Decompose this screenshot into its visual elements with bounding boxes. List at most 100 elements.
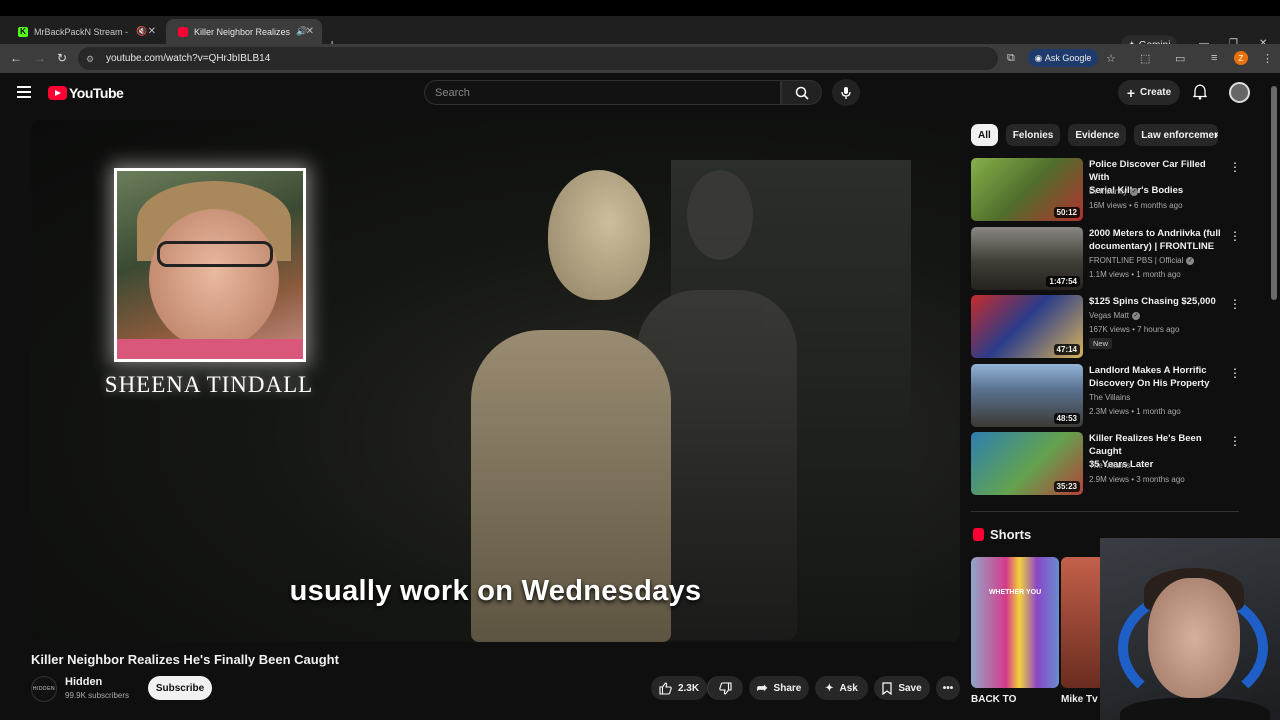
chrome-menu-icon[interactable]: ⋮ (1262, 52, 1273, 65)
more-vertical-icon[interactable]: ⋮ (1229, 229, 1241, 243)
section-divider (971, 511, 1239, 512)
more-vertical-icon[interactable]: ⋮ (1229, 434, 1241, 448)
ask-google-button[interactable]: ◉ Ask Google (1028, 49, 1098, 67)
recommendation-item[interactable]: 48:53 Landlord Makes A Horrific Discovery… (971, 364, 1241, 428)
more-vertical-icon[interactable]: ⋮ (1229, 297, 1241, 311)
browser-tab-kick[interactable]: K MrBackPackN Stream - Wa 🔇 ✕ (6, 19, 164, 44)
subscribe-button[interactable]: Subscribe (148, 676, 212, 700)
more-actions-button[interactable]: ••• (936, 676, 960, 700)
streamer-webcam-overlay (1100, 538, 1280, 720)
chevron-right-icon[interactable]: › (1214, 127, 1218, 142)
video-thumbnail[interactable]: 47:14 (971, 295, 1083, 358)
video-thumbnail[interactable]: 35:23 (971, 432, 1083, 495)
channel-name[interactable]: Hidden (65, 676, 102, 688)
share-button[interactable]: ➦ Share (749, 676, 809, 700)
forward-icon[interactable]: → (34, 51, 46, 65)
video-thumbnail[interactable]: 1:47:54 (971, 227, 1083, 290)
microphone-icon (841, 86, 851, 99)
muted-icon[interactable]: 🔇 (136, 26, 147, 37)
recommendation-item[interactable]: 35:23 Killer Realizes He's Been Caught 35… (971, 432, 1241, 496)
shorts-title: Shorts (990, 527, 1032, 542)
video-title: Killer Neighbor Realizes He's Finally Be… (31, 652, 339, 667)
save-label: Save (898, 682, 922, 694)
like-count: 2.3K (677, 682, 700, 694)
caption-text: usually work on Wednesdays (289, 575, 702, 607)
menu-icon[interactable] (17, 86, 31, 98)
new-badge: New (1089, 338, 1113, 349)
video-player[interactable]: SHEENA TINDALL usually work on Wednesday… (31, 120, 960, 642)
short-overlay-text: WHETHER YOU (988, 589, 1042, 596)
sparkle-icon: ✦ (825, 682, 834, 694)
more-vertical-icon[interactable]: ⋮ (1229, 160, 1241, 174)
browser-toolbar: ← → ↻ ⚙ youtube.com/watch?v=QHrJbIBLB14 … (0, 44, 1280, 73)
site-info-icon[interactable]: ⚙ (86, 54, 98, 64)
recommendation-channel[interactable]: FRONTLINE PBS | Official ✓ (1089, 256, 1195, 265)
close-tab-icon[interactable]: ✕ (148, 26, 156, 37)
lens-icon: ◉ (1034, 52, 1045, 63)
account-avatar[interactable] (1229, 82, 1250, 103)
recommendation-meta: 16M views • 6 months ago (1089, 201, 1183, 210)
channel-avatar[interactable]: HIDDEN (31, 676, 57, 702)
duration-badge: 1:47:54 (1046, 276, 1080, 287)
chip-evidence[interactable]: Evidence (1068, 124, 1127, 146)
browser-profile-avatar[interactable]: Z (1234, 51, 1248, 65)
chip-all[interactable]: All (971, 124, 998, 146)
ask-label: Ask (839, 682, 858, 694)
thumbs-up-icon (659, 681, 672, 695)
video-thumbnail[interactable]: 50:12 (971, 158, 1083, 221)
create-button[interactable]: + Create (1118, 80, 1180, 105)
recommendation-channel[interactable]: Vegas Matt ✓ (1089, 311, 1141, 320)
verified-icon: ✓ (1130, 187, 1139, 196)
more-horizontal-icon: ••• (942, 682, 954, 694)
shorts-header: Shorts (973, 527, 1031, 542)
recommendation-meta: 2.3M views • 1 month ago (1089, 407, 1181, 416)
youtube-icon (178, 26, 188, 37)
short-title[interactable]: BACK TO (971, 694, 1016, 705)
browser-tab-youtube[interactable]: Killer Neighbor Realizes He 🔊 ✕ (166, 19, 322, 44)
bookmark-star-icon[interactable]: ☆ (1106, 52, 1116, 65)
recommendation-item[interactable]: 1:47:54 2000 Meters to Andriivka (full do… (971, 227, 1241, 291)
short-title[interactable]: Mike Tv (1061, 694, 1098, 705)
short-thumbnail[interactable]: WHETHER YOU (971, 557, 1059, 688)
recommendation-item[interactable]: 47:14 $125 Spins Chasing $25,000 Vegas M… (971, 295, 1241, 359)
recommendation-channel[interactable]: Dr Insanity ✓ (1089, 187, 1139, 196)
victim-photo (114, 168, 306, 362)
page-scrollbar[interactable] (1271, 86, 1277, 300)
recommendation-title: 2000 Meters to Andriivka (full documentar… (1089, 228, 1221, 252)
ask-button[interactable]: ✦ Ask (815, 676, 868, 700)
duration-badge: 47:14 (1053, 344, 1080, 355)
notifications-bell-icon[interactable] (1193, 84, 1207, 100)
youtube-play-icon (48, 86, 67, 100)
extensions-icon[interactable]: ⬚ (1140, 52, 1150, 65)
chip-law-enforcement[interactable]: Law enforcement (1134, 124, 1219, 146)
recommendation-meta: 167K views • 7 hours ago (1089, 325, 1180, 334)
like-button[interactable]: 2.3K (651, 676, 707, 700)
recommendation-channel[interactable]: The Villains (1089, 393, 1130, 402)
plus-icon: + (1126, 84, 1136, 101)
search-input[interactable]: Search (424, 80, 781, 105)
bookmark-icon (882, 681, 892, 695)
share-label: Share (773, 682, 802, 694)
install-app-icon[interactable]: ⧉ (1007, 52, 1015, 65)
split-view-icon[interactable]: ▭ (1175, 52, 1185, 65)
close-tab-icon[interactable]: ✕ (306, 26, 314, 37)
voice-search-button[interactable] (832, 79, 860, 106)
victim-name-overlay: SHEENA TINDALL (104, 372, 314, 397)
search-button[interactable] (781, 80, 822, 105)
share-icon: ➦ (756, 680, 768, 695)
chip-felonies[interactable]: Felonies (1005, 124, 1061, 146)
media-controls-icon[interactable]: ≡ (1211, 52, 1217, 64)
video-thumbnail[interactable]: 48:53 (971, 364, 1083, 427)
address-bar[interactable]: ⚙ youtube.com/watch?v=QHrJbIBLB14 (78, 47, 998, 70)
duration-badge: 50:12 (1053, 207, 1080, 218)
recommendation-channel[interactable]: The Villains (1089, 461, 1130, 470)
more-vertical-icon[interactable]: ⋮ (1229, 366, 1241, 380)
reload-icon[interactable]: ↻ (57, 51, 67, 65)
youtube-logo[interactable]: YouTube (48, 85, 124, 101)
dislike-button[interactable] (707, 676, 743, 700)
recommendation-meta: 2.9M views • 3 months ago (1089, 475, 1185, 484)
back-icon[interactable]: ← (10, 51, 22, 65)
create-label: Create (1140, 87, 1172, 98)
save-button[interactable]: Save (874, 676, 930, 700)
recommendation-item[interactable]: 50:12 Police Discover Car Filled With Ser… (971, 158, 1241, 222)
